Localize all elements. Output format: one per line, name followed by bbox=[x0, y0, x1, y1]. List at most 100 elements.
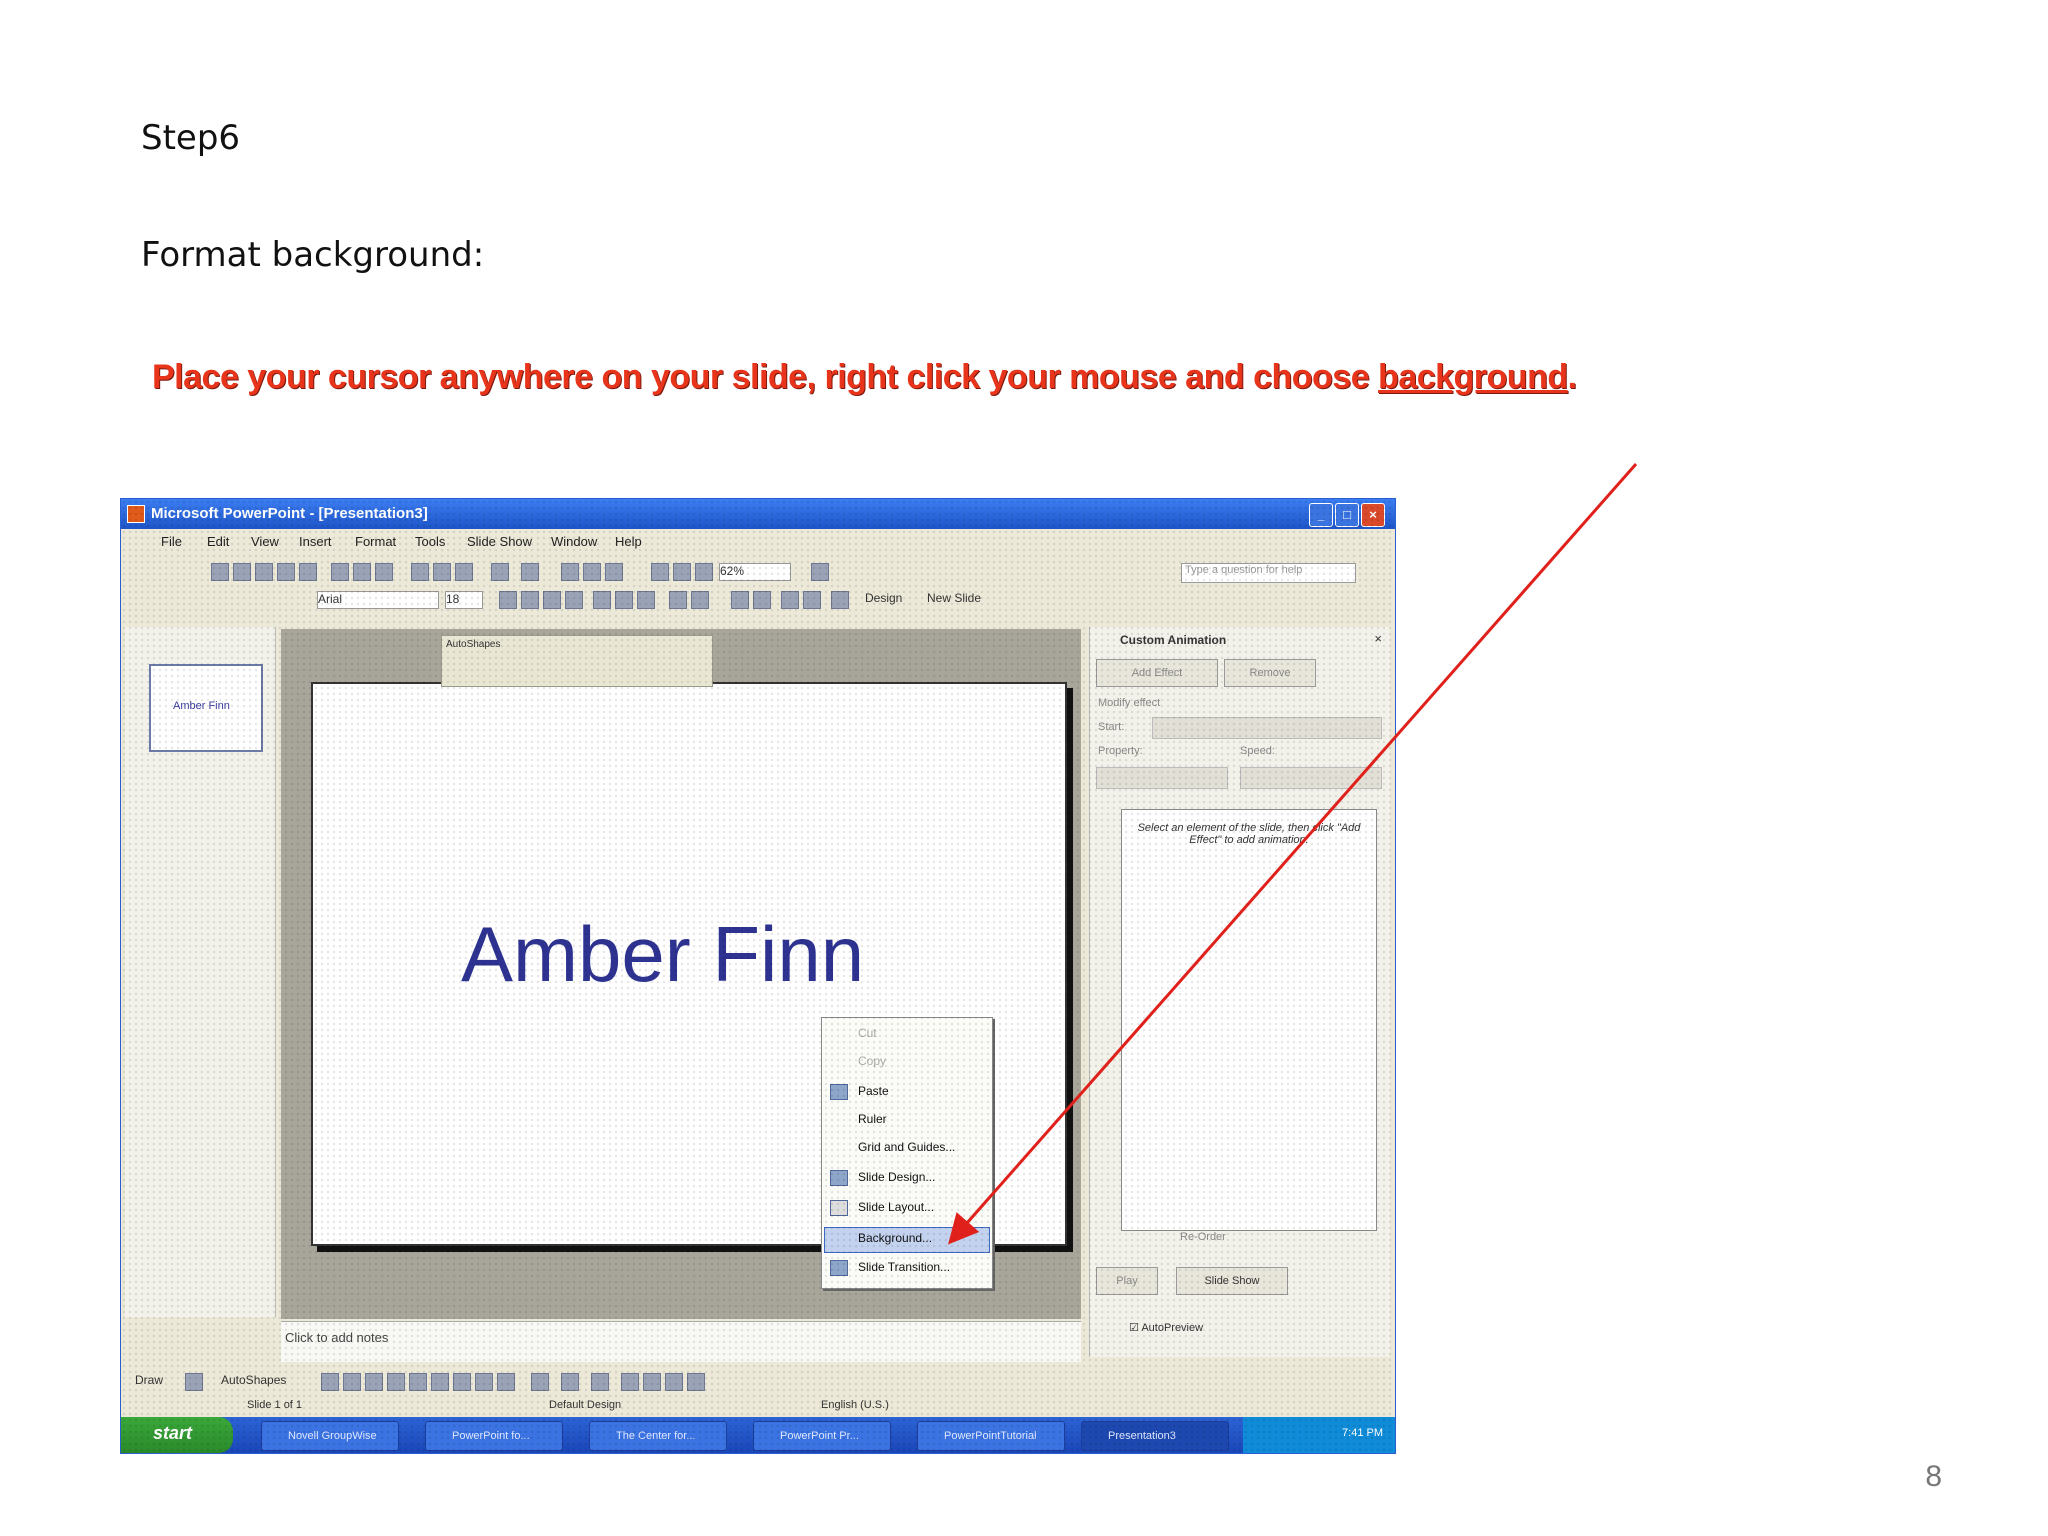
bullets-icon[interactable] bbox=[691, 591, 709, 609]
menu-slide-show[interactable]: Slide Show bbox=[467, 534, 532, 549]
permission-icon[interactable] bbox=[277, 563, 295, 581]
context-menu-background[interactable]: Background... bbox=[858, 1231, 932, 1245]
context-menu-slide-layout[interactable]: Slide Layout... bbox=[858, 1200, 934, 1214]
save-icon[interactable] bbox=[255, 563, 273, 581]
context-menu-copy[interactable]: Copy bbox=[858, 1054, 886, 1068]
taskbar-item[interactable]: PowerPoint Pr... bbox=[753, 1421, 891, 1451]
textbox-icon[interactable] bbox=[409, 1373, 427, 1391]
spelling-icon[interactable] bbox=[375, 563, 393, 581]
numbering-icon[interactable] bbox=[669, 591, 687, 609]
taskbar-item[interactable]: PowerPointTutorial bbox=[917, 1421, 1065, 1451]
close-icon[interactable]: × bbox=[1361, 503, 1385, 527]
arrow-style-icon[interactable] bbox=[665, 1373, 683, 1391]
autopreview-checkbox[interactable]: ☑ AutoPreview bbox=[1129, 1321, 1203, 1334]
taskbar-item[interactable]: Novell GroupWise bbox=[261, 1421, 399, 1451]
oval-icon[interactable] bbox=[387, 1373, 405, 1391]
help-icon[interactable] bbox=[811, 563, 829, 581]
print-icon[interactable] bbox=[331, 563, 349, 581]
font-color-icon[interactable] bbox=[591, 1373, 609, 1391]
menu-tools[interactable]: Tools bbox=[415, 534, 445, 549]
context-menu-paste[interactable]: Paste bbox=[858, 1084, 889, 1098]
shadow-style-icon[interactable] bbox=[687, 1373, 705, 1391]
slide-title[interactable]: Amber Finn bbox=[461, 909, 864, 1000]
reorder-label[interactable]: Re-Order bbox=[1180, 1231, 1226, 1243]
diagram-icon[interactable] bbox=[453, 1373, 471, 1391]
menu-view[interactable]: View bbox=[251, 534, 279, 549]
add-effect-button[interactable]: Add Effect bbox=[1096, 659, 1218, 687]
draw-menu-button[interactable]: Draw bbox=[135, 1373, 163, 1387]
taskbar-item[interactable]: PowerPoint fo... bbox=[425, 1421, 563, 1451]
slide-thumbnail[interactable]: Amber Finn bbox=[149, 664, 263, 752]
wordart-icon[interactable] bbox=[431, 1373, 449, 1391]
expand-icon[interactable] bbox=[651, 563, 669, 581]
decrease-font-icon[interactable] bbox=[753, 591, 771, 609]
remove-button[interactable]: Remove bbox=[1224, 659, 1316, 687]
undo-icon[interactable] bbox=[491, 563, 509, 581]
email-icon[interactable] bbox=[299, 563, 317, 581]
new-icon[interactable] bbox=[211, 563, 229, 581]
taskbar-item-active[interactable]: Presentation3 bbox=[1081, 1421, 1229, 1451]
line-style-icon[interactable] bbox=[621, 1373, 639, 1391]
dash-style-icon[interactable] bbox=[643, 1373, 661, 1391]
line-icon[interactable] bbox=[321, 1373, 339, 1391]
maximize-icon[interactable]: □ bbox=[1335, 503, 1359, 527]
animation-list[interactable]: Select an element of the slide, then cli… bbox=[1121, 809, 1377, 1231]
picture-icon[interactable] bbox=[497, 1373, 515, 1391]
color-grayscale-icon[interactable] bbox=[695, 563, 713, 581]
decrease-indent-icon[interactable] bbox=[781, 591, 799, 609]
property-select[interactable] bbox=[1096, 767, 1228, 789]
align-right-icon[interactable] bbox=[637, 591, 655, 609]
tables-borders-icon[interactable] bbox=[605, 563, 623, 581]
insert-table-icon[interactable] bbox=[583, 563, 601, 581]
fill-color-icon[interactable] bbox=[531, 1373, 549, 1391]
minimize-icon[interactable]: _ bbox=[1309, 503, 1333, 527]
underline-icon[interactable] bbox=[543, 591, 561, 609]
menu-window[interactable]: Window bbox=[551, 534, 597, 549]
bold-icon[interactable] bbox=[499, 591, 517, 609]
play-button[interactable]: Play bbox=[1096, 1267, 1158, 1295]
new-slide-button[interactable]: New Slide bbox=[927, 591, 981, 605]
line-color-icon[interactable] bbox=[561, 1373, 579, 1391]
rectangle-icon[interactable] bbox=[365, 1373, 383, 1391]
italic-icon[interactable] bbox=[521, 591, 539, 609]
menu-edit[interactable]: Edit bbox=[207, 534, 229, 549]
shadow-icon[interactable] bbox=[565, 591, 583, 609]
autoshapes-menu-button[interactable]: AutoShapes bbox=[221, 1373, 286, 1387]
font-color-icon[interactable] bbox=[831, 591, 849, 609]
redo-icon[interactable] bbox=[521, 563, 539, 581]
align-left-icon[interactable] bbox=[593, 591, 611, 609]
speed-select[interactable] bbox=[1240, 767, 1382, 789]
taskbar-item[interactable]: The Center for... bbox=[589, 1421, 727, 1451]
clipart-icon[interactable] bbox=[475, 1373, 493, 1391]
autoshapes-floating-toolbar[interactable]: AutoShapes bbox=[441, 635, 713, 687]
open-icon[interactable] bbox=[233, 563, 251, 581]
menu-help[interactable]: Help bbox=[615, 534, 642, 549]
notes-pane[interactable]: Click to add notes bbox=[281, 1321, 1081, 1362]
insert-chart-icon[interactable] bbox=[561, 563, 579, 581]
font-size-select[interactable]: 18 bbox=[445, 591, 483, 609]
context-menu-slide-transition[interactable]: Slide Transition... bbox=[858, 1260, 950, 1274]
context-menu-cut[interactable]: Cut bbox=[858, 1026, 877, 1040]
menu-format[interactable]: Format bbox=[355, 534, 396, 549]
select-objects-icon[interactable] bbox=[185, 1373, 203, 1391]
cut-icon[interactable] bbox=[411, 563, 429, 581]
increase-indent-icon[interactable] bbox=[803, 591, 821, 609]
start-button[interactable]: start bbox=[121, 1417, 233, 1453]
print-preview-icon[interactable] bbox=[353, 563, 371, 581]
paste-icon[interactable] bbox=[455, 563, 473, 581]
menu-file[interactable]: File bbox=[161, 534, 182, 549]
arrow-icon[interactable] bbox=[343, 1373, 361, 1391]
align-center-icon[interactable] bbox=[615, 591, 633, 609]
grid-icon[interactable] bbox=[673, 563, 691, 581]
start-select[interactable] bbox=[1152, 717, 1382, 739]
close-icon[interactable]: × bbox=[1374, 631, 1382, 646]
increase-font-icon[interactable] bbox=[731, 591, 749, 609]
slide-show-button[interactable]: Slide Show bbox=[1176, 1267, 1288, 1295]
context-menu-slide-design[interactable]: Slide Design... bbox=[858, 1170, 935, 1184]
copy-icon[interactable] bbox=[433, 563, 451, 581]
context-menu-grid-guides[interactable]: Grid and Guides... bbox=[858, 1140, 955, 1154]
zoom-select[interactable]: 62% bbox=[719, 563, 791, 581]
menu-insert[interactable]: Insert bbox=[299, 534, 332, 549]
context-menu-ruler[interactable]: Ruler bbox=[858, 1112, 887, 1126]
design-button[interactable]: Design bbox=[865, 591, 902, 605]
